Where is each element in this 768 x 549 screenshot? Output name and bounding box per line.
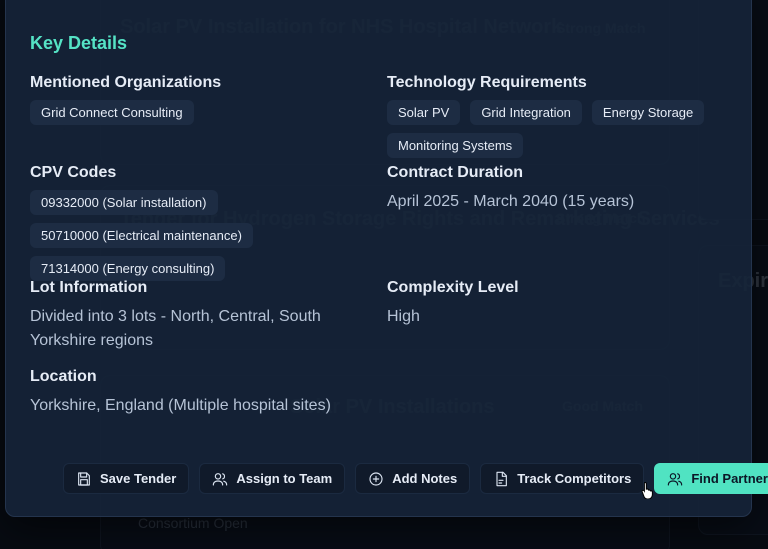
location-value: Yorkshire, England (Multiple hospital si… bbox=[30, 397, 331, 414]
tech-chip-list: Solar PV Grid Integration Energy Storage… bbox=[387, 100, 707, 158]
tech-chip: Monitoring Systems bbox=[387, 133, 524, 158]
complexity-level-value: High bbox=[387, 308, 420, 325]
pointer-hand-icon bbox=[641, 481, 653, 499]
contract-duration-value: April 2025 - March 2040 (15 years) bbox=[387, 193, 635, 210]
bg-consortium-label: Consortium Open bbox=[138, 515, 248, 531]
track-competitors-button[interactable]: Track Competitors bbox=[480, 463, 645, 494]
field-label: Complexity Level bbox=[387, 279, 519, 296]
tech-chip: Solar PV bbox=[387, 100, 461, 125]
button-label: Add Notes bbox=[392, 471, 458, 486]
tech-chip: Grid Integration bbox=[470, 100, 582, 125]
field-label: Contract Duration bbox=[387, 164, 523, 181]
lot-information-value: Divided into 3 lots - North, Central, So… bbox=[30, 308, 321, 349]
key-details-title: Key Details bbox=[30, 33, 128, 53]
field-label: CPV Codes bbox=[30, 164, 117, 181]
complexity-level-field: Complexity Level High bbox=[387, 279, 519, 329]
lot-information-field: Lot Information Divided into 3 lots - No… bbox=[30, 279, 360, 353]
cpv-chip: 09332000 (Solar installation) bbox=[30, 190, 218, 215]
button-label: Track Competitors bbox=[517, 471, 632, 486]
location-field: Location Yorkshire, England (Multiple ho… bbox=[30, 368, 331, 418]
users-icon bbox=[668, 472, 683, 486]
cpv-chip: 50710000 (Electrical maintenance) bbox=[30, 223, 253, 248]
save-tender-button[interactable]: Save Tender bbox=[63, 463, 190, 494]
assign-to-team-button[interactable]: Assign to Team bbox=[199, 463, 346, 494]
document-icon bbox=[496, 471, 508, 486]
tech-chip: Energy Storage bbox=[591, 100, 705, 125]
field-label: Mentioned Organizations bbox=[30, 74, 222, 91]
org-chip: Grid Connect Consulting bbox=[30, 100, 194, 125]
button-label: Assign to Team bbox=[236, 471, 333, 486]
users-icon bbox=[213, 472, 228, 486]
cpv-chip: 71314000 (Energy consulting) bbox=[30, 256, 226, 281]
cpv-chip-list: 09332000 (Solar installation) 50710000 (… bbox=[30, 190, 253, 281]
find-partners-button[interactable]: Find Partners bbox=[654, 463, 768, 494]
cpv-codes-field: CPV Codes 09332000 (Solar installation) … bbox=[30, 164, 253, 281]
plus-circle-icon bbox=[369, 471, 383, 486]
field-label: Lot Information bbox=[30, 279, 148, 296]
field-label: Technology Requirements bbox=[387, 74, 587, 91]
field-label: Location bbox=[30, 368, 97, 385]
button-label: Find Partners bbox=[691, 471, 768, 486]
org-chip-list: Grid Connect Consulting bbox=[30, 100, 221, 125]
button-label: Save Tender bbox=[100, 471, 177, 486]
add-notes-button[interactable]: Add Notes bbox=[355, 463, 471, 494]
tender-details-modal: Key Details Mentioned Organizations Grid… bbox=[5, 0, 768, 517]
action-bar: Save Tender Assign to Team Add Notes Tra… bbox=[63, 463, 768, 494]
mentioned-organizations-field: Mentioned Organizations Grid Connect Con… bbox=[30, 74, 221, 125]
save-icon bbox=[78, 471, 90, 486]
contract-duration-field: Contract Duration April 2025 - March 204… bbox=[387, 164, 634, 214]
technology-requirements-field: Technology Requirements Solar PV Grid In… bbox=[387, 74, 707, 158]
